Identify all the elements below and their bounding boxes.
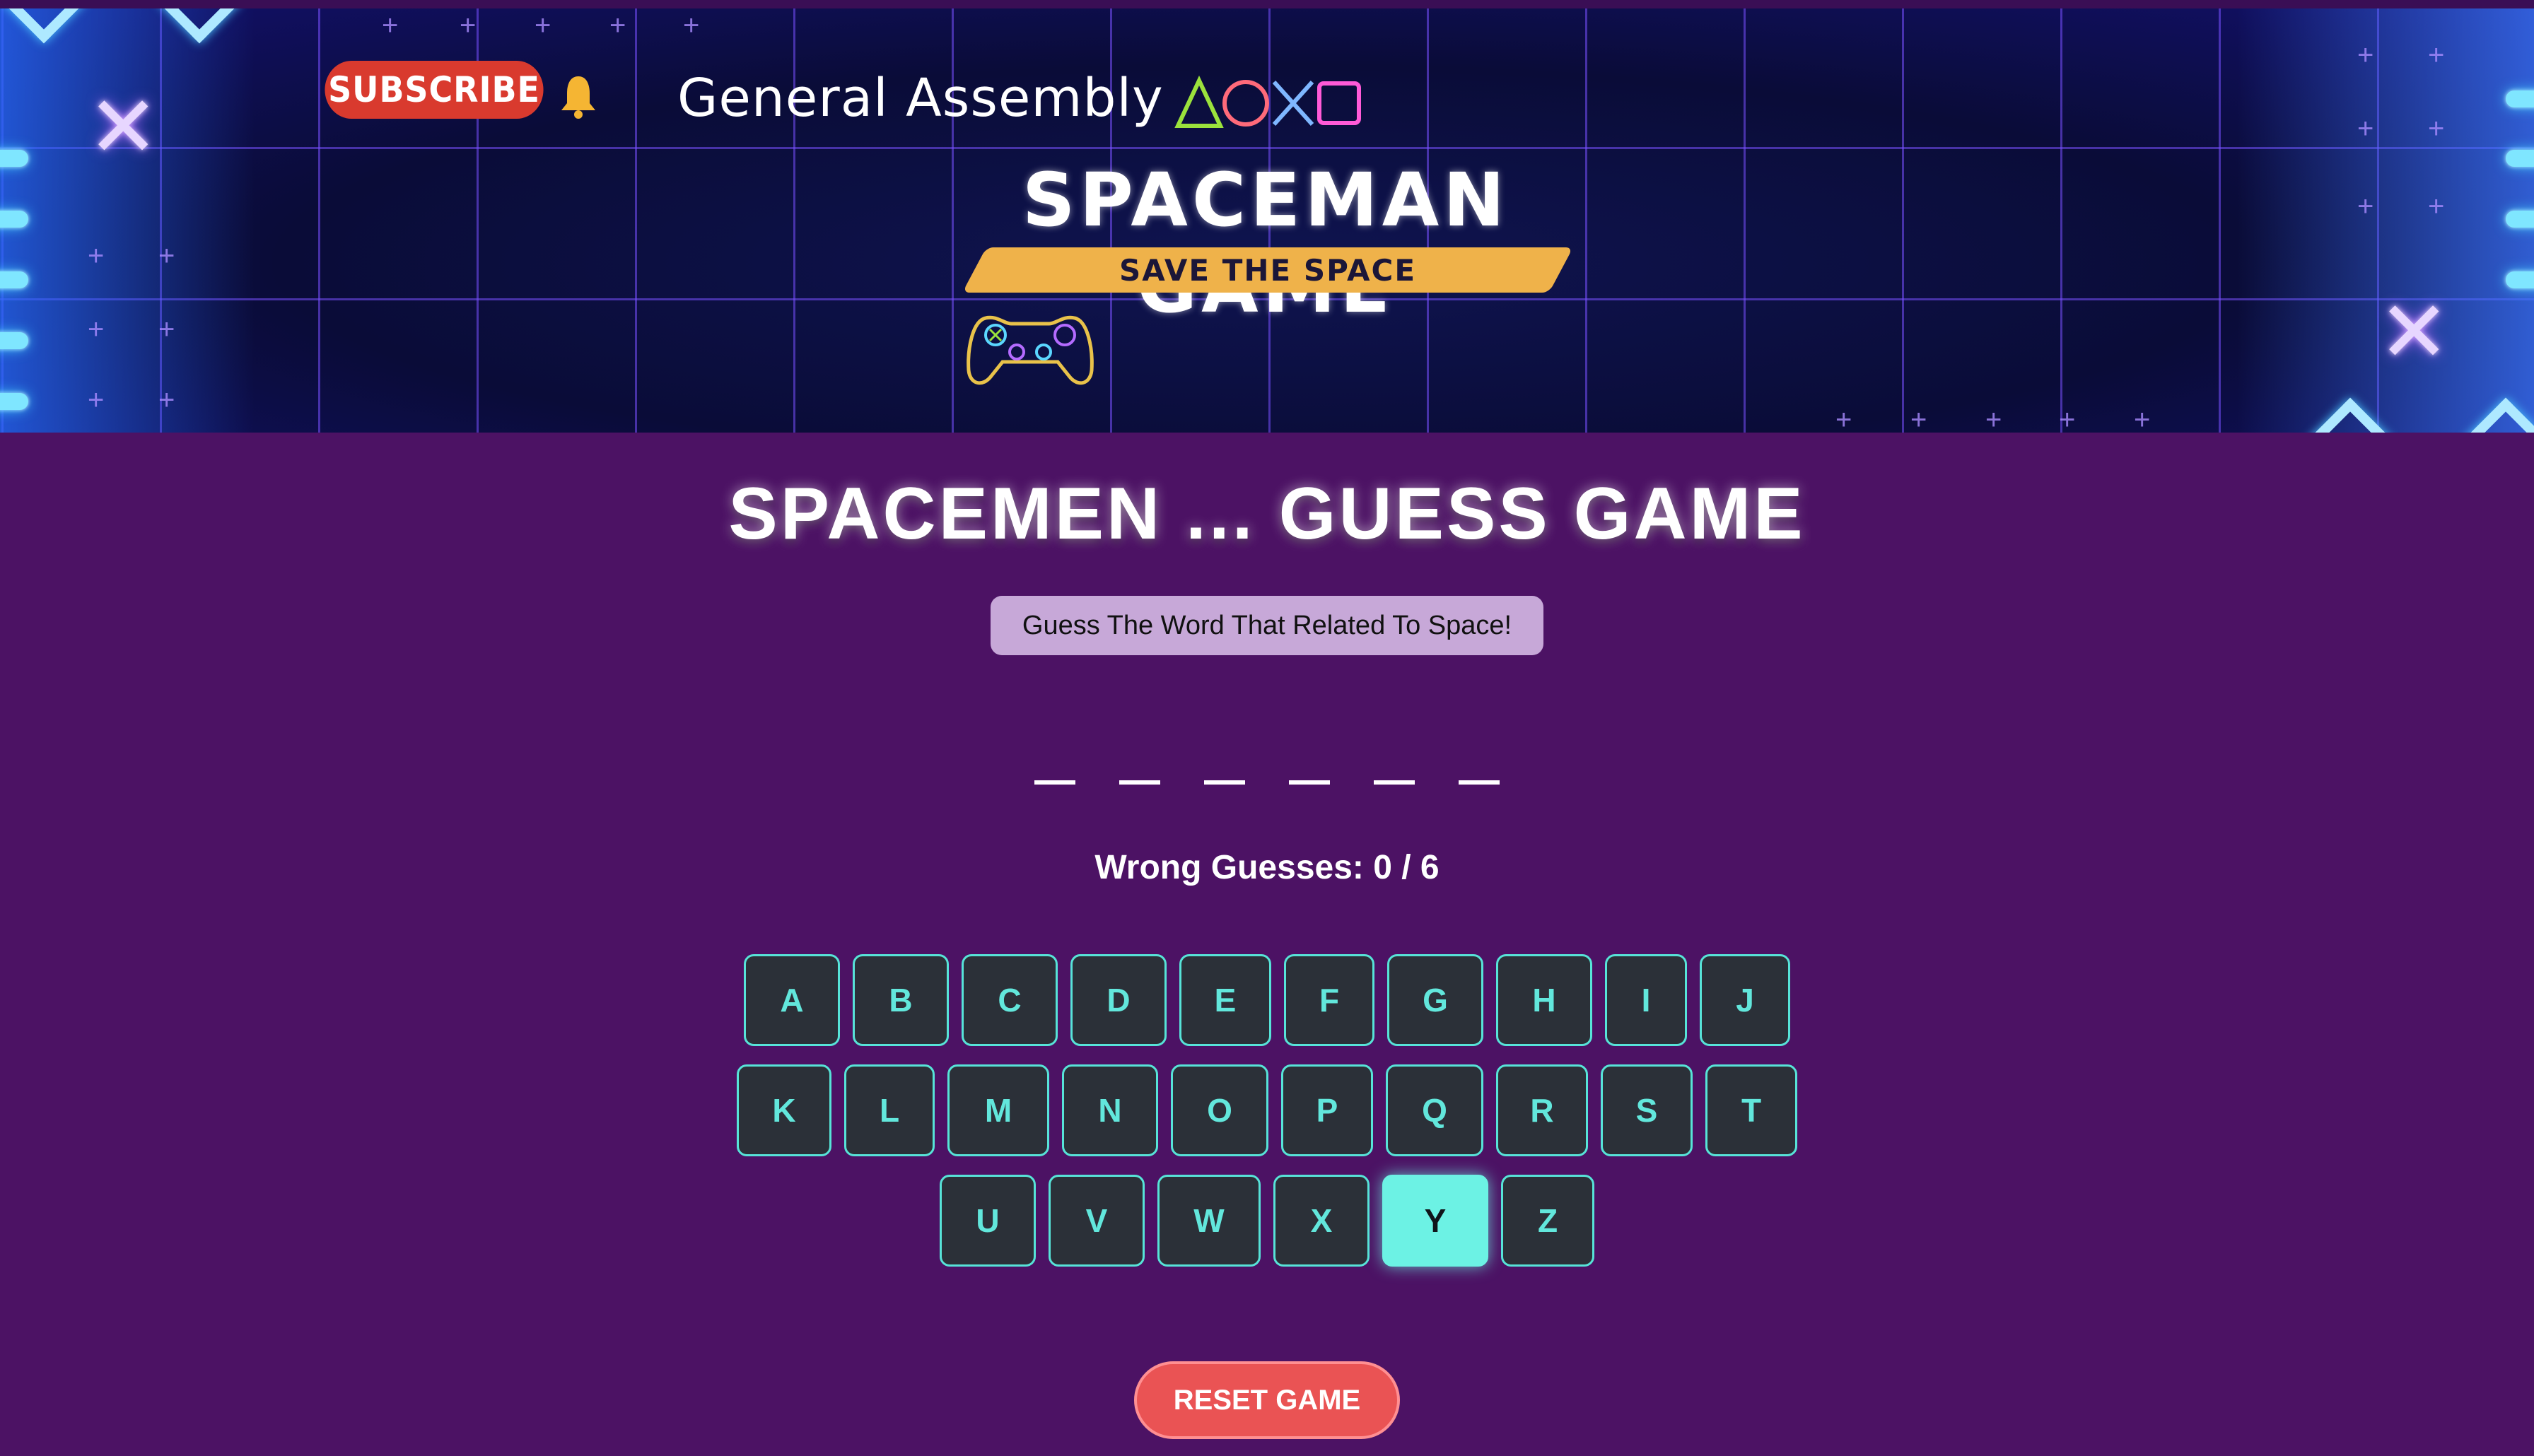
plus-decor-icon: + [2357, 40, 2374, 71]
key-v[interactable]: V [1049, 1175, 1145, 1267]
key-w[interactable]: W [1157, 1175, 1261, 1267]
key-x[interactable]: X [1273, 1175, 1370, 1267]
key-z[interactable]: Z [1501, 1175, 1594, 1267]
keyboard-row-2: K L M N O P Q R S T [0, 1064, 2534, 1156]
neon-pill [0, 332, 28, 349]
plus-decor-icon: + [2357, 113, 2374, 144]
letter-slot [1119, 756, 1160, 785]
banner-tagline: SAVE THE SPACE [1119, 252, 1417, 288]
key-k[interactable]: K [737, 1064, 831, 1156]
key-a[interactable]: A [744, 954, 840, 1046]
plus-decor-icon: + [535, 10, 551, 41]
key-n[interactable]: N [1062, 1064, 1158, 1156]
key-d[interactable]: D [1070, 954, 1167, 1046]
plus-decor-icon: + [88, 384, 105, 416]
key-j[interactable]: J [1700, 954, 1790, 1046]
game-controller-icon [967, 315, 1094, 385]
plus-decor-icon: + [2357, 191, 2374, 222]
key-g[interactable]: G [1387, 954, 1483, 1046]
plus-decor-icon: + [683, 10, 700, 41]
plus-decor-icon: + [88, 240, 105, 271]
key-r[interactable]: R [1496, 1064, 1588, 1156]
key-c[interactable]: C [962, 954, 1058, 1046]
brand-name: General Assembly [677, 68, 1164, 129]
subscribe-badge: SUBSCRIBE [325, 61, 544, 119]
plus-decor-icon: + [1835, 404, 1852, 433]
letter-slot [1374, 756, 1415, 785]
neon-pill [0, 150, 28, 167]
plus-decor-icon: + [2059, 404, 2076, 433]
letter-slot [1204, 756, 1245, 785]
plus-decor-icon: + [88, 314, 105, 345]
key-e[interactable]: E [1179, 954, 1271, 1046]
neon-pill [0, 271, 28, 288]
neon-pill [0, 393, 28, 410]
neon-pill [2506, 211, 2534, 228]
playstation-shapes-icon [1174, 75, 1361, 128]
key-i[interactable]: I [1605, 954, 1687, 1046]
plus-decor-icon: + [1985, 404, 2002, 433]
neon-pill [0, 211, 28, 228]
keyboard-row-3: U V W X Y Z [0, 1175, 2534, 1267]
plus-decor-icon: + [382, 10, 399, 41]
key-m[interactable]: M [947, 1064, 1049, 1156]
plus-decor-icon: + [1910, 404, 1927, 433]
bell-icon [561, 76, 595, 119]
wrong-guesses-counter: Wrong Guesses: 0 / 6 [1094, 849, 1440, 886]
plus-decor-icon: + [158, 314, 175, 345]
key-q[interactable]: Q [1386, 1064, 1483, 1156]
plus-decor-icon: + [460, 10, 477, 41]
letter-slot [1289, 756, 1330, 785]
keyboard-row-1: A B C D E F G H I J [0, 954, 2534, 1046]
neon-pill [2506, 150, 2534, 167]
letter-slot [1459, 756, 1500, 785]
key-b[interactable]: B [853, 954, 949, 1046]
plus-decor-icon: + [2428, 40, 2445, 71]
banner-glow-left [0, 8, 255, 433]
plus-decor-icon: + [2134, 404, 2151, 433]
key-p[interactable]: P [1281, 1064, 1373, 1156]
key-u[interactable]: U [940, 1175, 1036, 1267]
plus-decor-icon: + [158, 384, 175, 416]
top-strip [0, 0, 2534, 8]
key-y[interactable]: Y [1382, 1175, 1488, 1267]
key-s[interactable]: S [1601, 1064, 1693, 1156]
neon-pill [2506, 90, 2534, 107]
game-banner: ✕ ✕ + + + + + + + + + + + + + + + + + + … [0, 8, 2534, 433]
plus-decor-icon: + [609, 10, 626, 41]
key-l[interactable]: L [844, 1064, 935, 1156]
plus-decor-icon: + [2428, 113, 2445, 144]
banner-title: SPACEMAN GAME [1022, 157, 1510, 329]
reset-game-button[interactable]: RESET GAME [1134, 1361, 1400, 1439]
key-t[interactable]: T [1705, 1064, 1797, 1156]
letter-slot [1034, 756, 1075, 785]
hint-box: Guess The Word That Related To Space! [991, 596, 1543, 655]
plus-decor-icon: + [158, 240, 175, 271]
key-f[interactable]: F [1284, 954, 1374, 1046]
cross-glow-icon: ✕ [88, 80, 159, 175]
word-display [0, 756, 2534, 785]
neon-pill [2506, 271, 2534, 288]
cross-glow-icon: ✕ [2378, 285, 2450, 380]
plus-decor-icon: + [2428, 191, 2445, 222]
key-h[interactable]: H [1496, 954, 1592, 1046]
game-title: SPACEMEN ... GUESS GAME [728, 473, 1806, 555]
key-o[interactable]: O [1171, 1064, 1268, 1156]
